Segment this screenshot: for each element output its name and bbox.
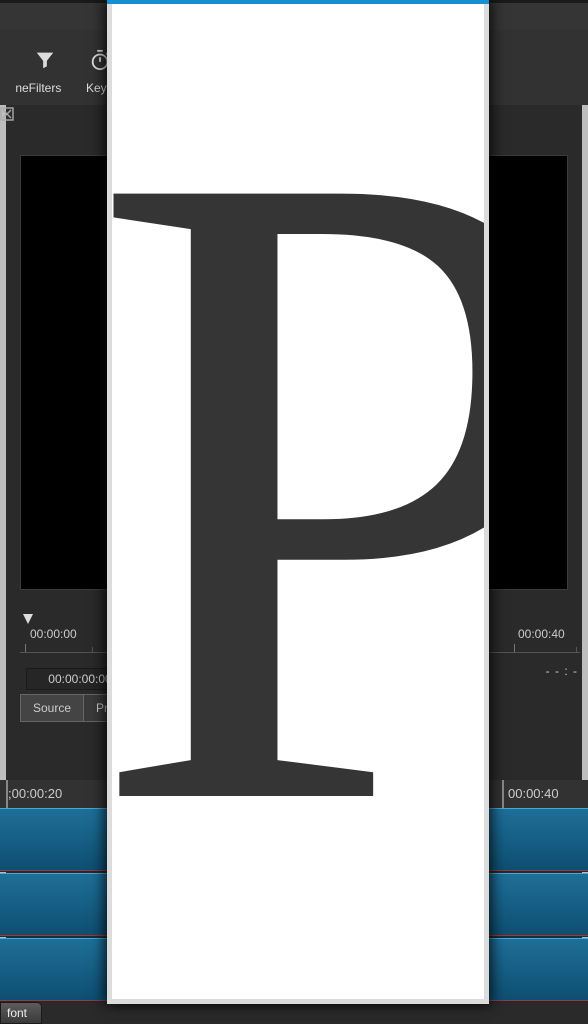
close-icon[interactable] xyxy=(0,107,14,121)
filters-button[interactable]: Filters xyxy=(20,30,70,95)
footer-tab-font-label: font xyxy=(7,1006,27,1020)
glyph-canvas: P xyxy=(112,4,484,999)
filters-label: Filters xyxy=(29,81,62,95)
footer-bar: font xyxy=(0,1002,588,1024)
footer-tab-font[interactable]: font xyxy=(0,1002,42,1024)
timeline-tick-label-left: ;00:00:20 xyxy=(8,786,62,801)
tab-source-label: Source xyxy=(33,701,71,715)
playhead-icon[interactable] xyxy=(22,614,34,626)
timeline-tick-label-right: 00:00:40 xyxy=(508,786,559,801)
timecode-value: 00:00:00:00 xyxy=(48,672,111,686)
tab-source[interactable]: Source xyxy=(20,694,84,722)
in-out-marker: - - : - xyxy=(546,664,578,678)
glyph-character: P xyxy=(112,27,484,947)
timeline-tick xyxy=(502,780,504,808)
glyph-preview-window[interactable]: P xyxy=(107,0,489,1004)
ruler-tick-label: 00:00:00 xyxy=(30,627,77,641)
funnel-icon xyxy=(34,45,56,75)
ruler-tick-label-right: 00:00:40 xyxy=(518,627,565,641)
